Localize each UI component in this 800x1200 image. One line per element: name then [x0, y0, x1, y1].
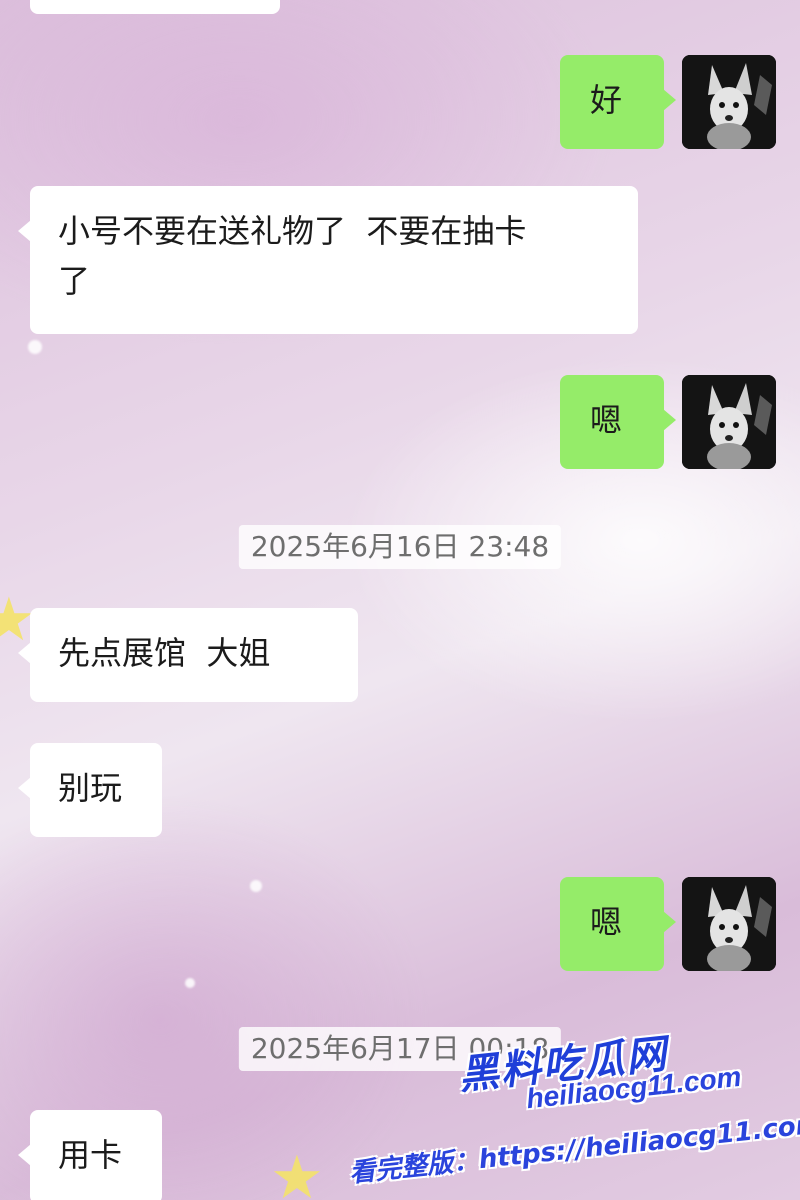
message-text: 好 [590, 81, 623, 119]
message-text: 嗯 [590, 903, 623, 941]
incoming-message-bubble[interactable]: 小号不要在送礼物了 不要在抽卡 了 [18, 186, 638, 334]
incoming-message-bubble[interactable]: 别玩 [18, 743, 162, 837]
background-sparkle [250, 880, 262, 892]
background-sparkle [185, 978, 195, 988]
message-text: 先点展馆 大姐 [58, 634, 271, 672]
message-text: 别玩 [58, 769, 123, 807]
user-avatar[interactable] [682, 55, 776, 149]
background-star-icon: ★ [270, 1143, 324, 1200]
previous-message-fragment [30, 0, 280, 14]
outgoing-message-bubble[interactable]: 嗯 [560, 877, 676, 971]
watermark-overlay: 黑料吃瓜网 heiliaocg11.com 看完整版：https://heili… [348, 1031, 800, 1189]
dog-avatar-icon [682, 375, 776, 469]
incoming-message-bubble[interactable]: 用卡 [18, 1110, 162, 1200]
user-avatar[interactable] [682, 877, 776, 971]
message-text-line: 小号不要在送礼物了 不要在抽卡 [58, 212, 527, 250]
dog-avatar-icon [682, 55, 776, 149]
background-sparkle [28, 340, 42, 354]
dog-avatar-icon [682, 877, 776, 971]
message-text: 嗯 [590, 401, 623, 439]
message-text: 用卡 [58, 1136, 123, 1174]
message-timestamp: 2025年6月16日 23:48 [238, 525, 562, 569]
user-avatar[interactable] [682, 375, 776, 469]
incoming-message-bubble[interactable]: 先点展馆 大姐 [18, 608, 358, 702]
message-text-line: 了 [58, 262, 91, 300]
watermark-full-version: 看完整版：https://heiliaocg11.com [347, 1109, 800, 1189]
outgoing-message-bubble[interactable]: 嗯 [560, 375, 676, 469]
outgoing-message-bubble[interactable]: 好 [560, 55, 676, 149]
